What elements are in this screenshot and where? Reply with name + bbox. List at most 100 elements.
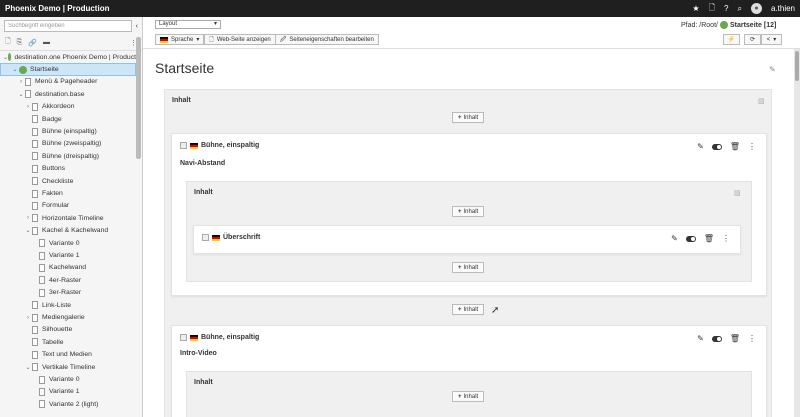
edit-pencil-icon[interactable]: ✎: [697, 142, 704, 151]
tree-node[interactable]: Silhouette: [0, 324, 136, 336]
add-content-button[interactable]: + Inhalt: [452, 304, 485, 315]
tree-node-label: Bühne (zweispaltig): [42, 140, 102, 148]
tree-node[interactable]: Kachelwand: [0, 262, 136, 274]
tree-node[interactable]: Buttons: [0, 163, 136, 175]
german-flag-icon: [190, 334, 198, 341]
copy-page-icon[interactable]: ⎘: [17, 39, 23, 47]
tree-scrollbar[interactable]: [136, 37, 141, 159]
new-page-icon[interactable]: 🗋: [5, 37, 11, 48]
layout-select-value: Layout: [159, 21, 178, 27]
page-icon: [39, 239, 45, 248]
tree-node[interactable]: Variante 1: [0, 249, 136, 261]
tree-node[interactable]: › Horizontale Timeline: [0, 212, 136, 224]
add-content-button[interactable]: + Inhalt: [452, 391, 485, 402]
flash-button[interactable]: ⚡: [723, 34, 740, 45]
main-scrollbar-thumb[interactable]: [795, 51, 799, 81]
edit-page-properties-button[interactable]: 🖉 Seiteneigenschaften bearbeiten: [275, 34, 379, 45]
chevron-down-icon[interactable]: ⌄: [11, 66, 19, 73]
tree-node[interactable]: ⌄ Startseite: [0, 63, 136, 76]
visibility-toggle[interactable]: [685, 235, 696, 242]
document-icon[interactable]: 🗋: [709, 2, 715, 16]
tree-node[interactable]: Variante 0: [0, 237, 136, 249]
add-content-button[interactable]: + Inhalt: [452, 112, 485, 123]
tree-node[interactable]: Variante 0: [0, 373, 136, 385]
help-icon[interactable]: ?: [724, 4, 728, 13]
more-options-icon[interactable]: ⋮: [722, 234, 730, 243]
link-icon[interactable]: 🔗: [28, 39, 37, 47]
hide-column-icon[interactable]: ▨: [734, 189, 741, 197]
tree-node-label: Checkliste: [42, 177, 74, 185]
reload-button[interactable]: ⟳: [744, 34, 761, 45]
chevron-right-icon[interactable]: ›: [24, 215, 32, 221]
tree-node[interactable]: Variante 2 (light): [0, 398, 136, 410]
page-icon: [32, 201, 38, 210]
nested-column-title: Inhalt: [194, 379, 213, 386]
tree-node[interactable]: Fakten: [0, 187, 136, 199]
chevron-down-icon[interactable]: ⌄: [24, 227, 32, 234]
content-element-actions: ✎ 🗑 ⋮: [697, 334, 756, 343]
language-button[interactable]: Sprache ▾: [155, 34, 205, 45]
search-icon[interactable]: ⌕: [737, 4, 741, 14]
page-icon: [32, 325, 38, 334]
tree-node[interactable]: Bühne (einspaltig): [0, 125, 136, 137]
tree-node[interactable]: Bühne (zweispaltig): [0, 138, 136, 150]
share-button[interactable]: < ▾: [761, 34, 782, 45]
visibility-toggle[interactable]: [711, 143, 722, 150]
edit-title-pencil-icon[interactable]: ✎: [769, 65, 776, 74]
path-page-name: Startseite: [729, 21, 762, 29]
tree-node-label: Kachel & Kachelwand: [42, 227, 109, 235]
tree-node[interactable]: ⌄ destination.base: [0, 88, 136, 100]
tree-node[interactable]: Checkliste: [0, 175, 136, 187]
content-element-title: Bühne, einspaltig: [201, 142, 260, 149]
chevron-right-icon[interactable]: ›: [24, 104, 32, 110]
tree-node[interactable]: Formular: [0, 200, 136, 212]
add-content-button[interactable]: + Inhalt: [452, 206, 485, 217]
chevron-down-icon[interactable]: ⌄: [24, 364, 32, 371]
more-options-icon[interactable]: ⋮: [748, 334, 756, 343]
tree-toolbar: 🗋 ⎘ 🔗 ▬ ⋮: [0, 35, 142, 51]
delete-icon[interactable]: 🗑: [730, 334, 740, 343]
tree-node[interactable]: 4er-Raster: [0, 274, 136, 286]
tree-search-input[interactable]: [4, 20, 132, 32]
edit-pencil-icon[interactable]: ✎: [697, 334, 704, 343]
more-options-icon[interactable]: ⋮: [748, 142, 756, 151]
tree-node[interactable]: 3er-Raster: [0, 287, 136, 299]
edit-pencil-icon[interactable]: ✎: [671, 234, 678, 243]
user-avatar-icon[interactable]: ●: [750, 3, 762, 14]
tree-node-label: Kachelwand: [49, 264, 87, 272]
main-scrollbar[interactable]: [794, 49, 800, 417]
tree-node[interactable]: Bühne (dreispaltig): [0, 150, 136, 162]
view-webpage-button[interactable]: 🗋 Web-Seite anzeigen: [204, 34, 276, 45]
collapse-tree-icon[interactable]: ‹: [136, 23, 138, 30]
tree-node[interactable]: › Menü & Pageheader: [0, 76, 136, 88]
tree-node-label: Variante 0: [49, 239, 80, 247]
chevron-right-icon[interactable]: ›: [24, 315, 32, 321]
tree-node[interactable]: Tabelle: [0, 336, 136, 348]
tree-search-row: ‹: [0, 17, 142, 35]
layout-select[interactable]: Layout ▾: [155, 20, 221, 29]
tree-node[interactable]: Badge: [0, 113, 136, 125]
add-content-button[interactable]: + Inhalt: [452, 262, 485, 273]
tree-node[interactable]: ⌄ Kachel & Kachelwand: [0, 225, 136, 237]
tree-node-label: Variante 1: [49, 388, 80, 396]
delete-icon[interactable]: 🗑: [704, 234, 714, 243]
folder-icon[interactable]: ▬: [43, 39, 50, 46]
edit-properties-icon: 🖉: [280, 36, 287, 43]
tree-node[interactable]: ⌄ Vertikale Timeline: [0, 361, 136, 373]
tree-node[interactable]: Text und Medien: [0, 349, 136, 361]
chevron-down-icon[interactable]: ⌄: [17, 91, 25, 98]
chevron-right-icon[interactable]: ›: [17, 79, 25, 85]
page-icon: [32, 214, 38, 223]
page-icon: [32, 139, 38, 148]
delete-icon[interactable]: 🗑: [730, 142, 740, 151]
hide-column-icon[interactable]: ▨: [758, 97, 765, 105]
star-icon[interactable]: ★: [692, 4, 699, 13]
tree-node[interactable]: › Akkordeon: [0, 101, 136, 113]
add-content-label: Inhalt: [463, 264, 479, 271]
user-name[interactable]: a.thien: [771, 4, 795, 13]
tree-node[interactable]: Link-Liste: [0, 299, 136, 311]
visibility-toggle[interactable]: [711, 335, 722, 342]
tree-node[interactable]: ⌄ destination.one Phoenix Demo | Product: [0, 51, 136, 63]
tree-node[interactable]: › Mediengalerie: [0, 311, 136, 323]
tree-node[interactable]: Variante 1: [0, 386, 136, 398]
